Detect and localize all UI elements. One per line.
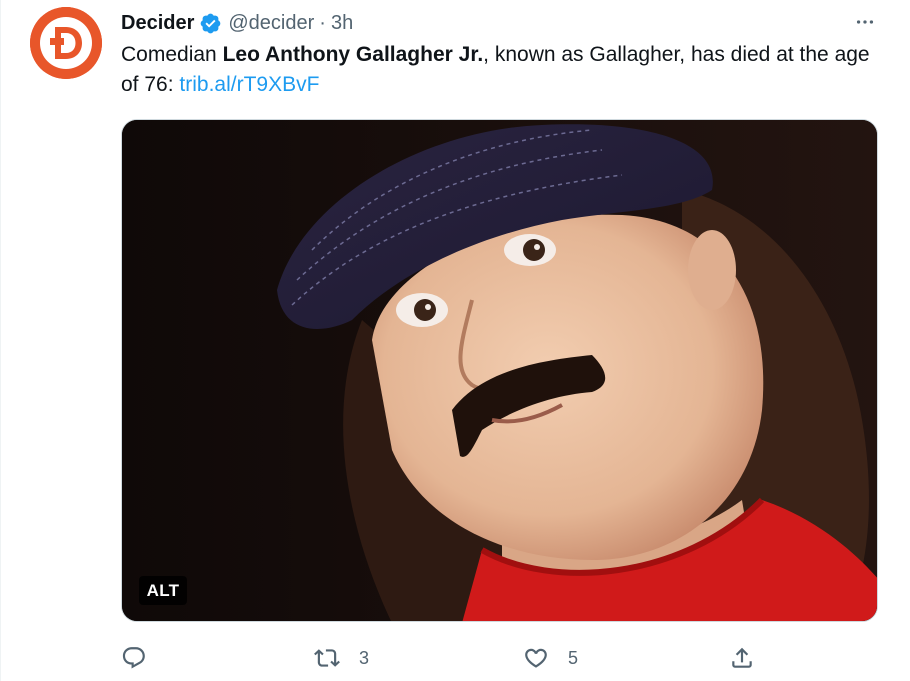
like-button[interactable]: 5 <box>523 640 578 676</box>
author-avatar[interactable] <box>30 7 102 79</box>
tweet[interactable]: Decider @decider · 3h Comedian Leo Antho… <box>0 0 910 681</box>
heart-icon <box>525 648 547 668</box>
like-count: 5 <box>568 647 579 668</box>
verified-badge-icon <box>199 12 222 35</box>
retweet-icon <box>314 649 340 667</box>
tweet-text-bold: Leo Anthony Gallagher Jr. <box>222 43 484 66</box>
share-icon <box>732 647 752 668</box>
share-button[interactable] <box>729 640 755 676</box>
reply-icon <box>122 647 145 669</box>
reply-button[interactable] <box>121 640 147 676</box>
decider-logo-icon <box>30 7 102 79</box>
more-dots-icon <box>856 20 874 24</box>
tweet-actions: 3 5 <box>121 640 891 676</box>
photo-image <box>122 120 877 621</box>
author-handle[interactable]: @decider <box>228 12 314 35</box>
more-options-button[interactable] <box>849 8 881 36</box>
tweet-photo[interactable] <box>121 119 878 622</box>
tweet-text-part: Comedian <box>121 43 223 66</box>
tweet-link[interactable]: trib.al/rT9XBvF <box>179 73 319 96</box>
tweet-timestamp[interactable]: 3h <box>331 12 353 35</box>
tweet-text: Comedian Leo Anthony Gallagher Jr., know… <box>121 40 891 100</box>
author-name[interactable]: Decider <box>121 12 194 35</box>
retweet-button[interactable]: 3 <box>314 640 369 676</box>
tweet-header: Decider @decider · 3h <box>121 9 353 37</box>
retweet-count: 3 <box>359 647 370 668</box>
alt-text-badge[interactable]: ALT <box>139 576 187 605</box>
separator-dot: · <box>319 11 326 34</box>
